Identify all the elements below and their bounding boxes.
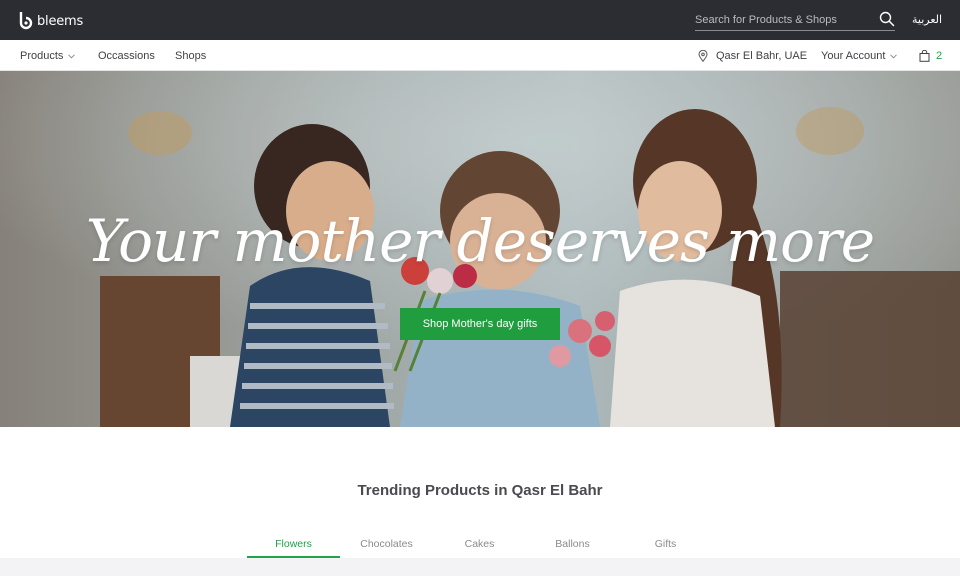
bleems-logo[interactable]: bleems [18, 11, 83, 31]
bleems-logo-icon [19, 12, 33, 30]
trending-tabs: Flowers Chocolates Cakes Ballons Gifts [247, 530, 713, 558]
tab-cakes[interactable]: Cakes [433, 530, 526, 558]
location-pin-icon [698, 50, 708, 62]
account-label: Your Account [821, 50, 886, 62]
tab-ballons[interactable]: Ballons [526, 530, 619, 558]
hero-title: Your mother deserves more [85, 207, 875, 275]
shop-mothers-day-button[interactable]: Shop Mother's day gifts [400, 308, 560, 340]
account-dropdown[interactable]: Your Account [821, 50, 898, 62]
shopping-bag-icon [919, 50, 930, 62]
location-selector[interactable]: Qasr El Bahr, UAE [698, 50, 807, 62]
cart-count: 2 [936, 50, 943, 62]
nav-shops[interactable]: Shops [175, 50, 206, 62]
search-input[interactable] [695, 10, 873, 30]
chevron-down-icon [890, 53, 898, 59]
chevron-down-icon [68, 53, 76, 59]
location-label: Qasr El Bahr, UAE [716, 50, 808, 62]
search-icon[interactable] [879, 11, 895, 27]
tab-flowers[interactable]: Flowers [247, 530, 340, 558]
cart-button[interactable]: 2 [919, 50, 942, 62]
tab-gifts[interactable]: Gifts [619, 530, 712, 558]
nav-occasions[interactable]: Occassions [98, 50, 155, 62]
logo-text: bleems [37, 13, 84, 29]
nav-occasions-label: Occassions [98, 50, 155, 62]
products-strip [0, 558, 960, 576]
search-bar[interactable] [695, 10, 895, 31]
tab-chocolates[interactable]: Chocolates [340, 530, 433, 558]
nav-products-dropdown[interactable]: Products [20, 50, 76, 62]
nav-shops-label: Shops [175, 50, 207, 62]
language-toggle[interactable]: العربية [912, 13, 942, 26]
top-bar: bleems العربية [0, 0, 960, 40]
hero-banner: Your mother deserves more Shop Mother's … [0, 71, 960, 427]
trending-title: Trending Products in Qasr El Bahr [357, 482, 603, 499]
nav-bar: Products Occassions Shops Qasr El Bahr, … [0, 40, 960, 71]
nav-products-label: Products [20, 50, 64, 62]
